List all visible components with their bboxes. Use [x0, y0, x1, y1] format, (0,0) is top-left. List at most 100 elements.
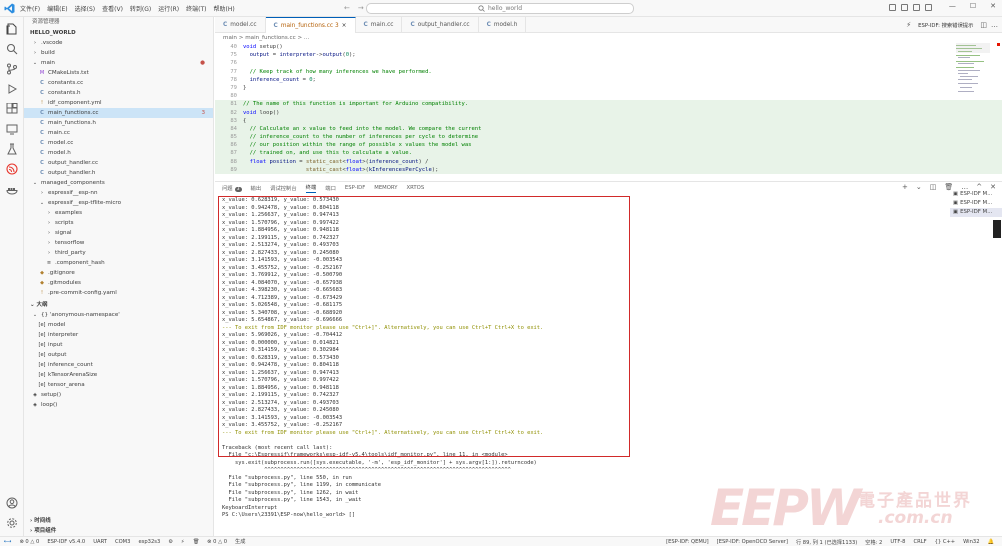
minimap[interactable]	[956, 43, 990, 103]
tab-terminal[interactable]: 终端	[305, 183, 317, 193]
status-encoding[interactable]: UTF-8	[886, 539, 909, 545]
tree-item[interactable]: Cconstants.h	[24, 88, 213, 98]
tree-item[interactable]: ◆ .gitignore	[24, 268, 213, 278]
tree-item[interactable]: Cmodel.cc	[24, 138, 213, 148]
tab-model-cc[interactable]: Cmodel.cc	[215, 17, 266, 33]
remote-indicator-icon[interactable]: ⟷	[0, 539, 15, 545]
tree-item[interactable]: › third_party	[24, 248, 213, 258]
tab-debug-console[interactable]: 调试控制台	[270, 184, 297, 192]
extensions-icon[interactable]	[6, 103, 18, 115]
tree-item[interactable]: ◆ .gitmodules	[24, 278, 213, 288]
espressif-icon[interactable]	[6, 163, 18, 175]
tab-output[interactable]: 输出	[251, 184, 262, 192]
terminal-list-item[interactable]: ▣ ESP-IDF M...	[950, 190, 1002, 199]
terminal-list-item[interactable]: ▣ ESP-IDF M...	[950, 208, 1002, 217]
split-terminal-icon[interactable]: ◫	[930, 183, 937, 191]
status-item-errors[interactable]: ⊗ 0 △ 0	[15, 539, 43, 545]
tree-item[interactable]: Cmain.cc	[24, 128, 213, 138]
tree-item[interactable]: ⌄ main ●	[24, 58, 213, 68]
notifications-bell-icon[interactable]: 🔔	[984, 539, 998, 545]
menu-view[interactable]: 查看(V)	[102, 4, 123, 13]
status-clean-icon[interactable]: 🗑	[189, 539, 204, 545]
command-center-search[interactable]: hello_world	[366, 3, 634, 14]
tree-item[interactable]: Cmodel.h	[24, 148, 213, 158]
tree-item[interactable]: Cmain_functions.cc 3	[24, 108, 213, 118]
manage-gear-icon[interactable]	[6, 517, 18, 529]
tab-esp-idf[interactable]: ESP-IDF	[345, 185, 365, 191]
tab-xrtos[interactable]: XRTOS	[407, 185, 425, 191]
explorer-icon[interactable]	[6, 23, 18, 35]
breadcrumb[interactable]: main > main_functions.cc > ...	[215, 33, 1002, 43]
menu-help[interactable]: 帮助(H)	[213, 4, 234, 13]
vertical-scrollbar[interactable]	[993, 220, 1001, 238]
tree-item[interactable]: › examples	[24, 208, 213, 218]
tree-item[interactable]: Coutput_handler.cc	[24, 158, 213, 168]
customize-layout-icon[interactable]	[925, 4, 932, 11]
tree-item[interactable]: ! idf_component.yml	[24, 98, 213, 108]
status-eol[interactable]: CRLF	[909, 539, 930, 545]
outline-item[interactable]: ⌄{} 'anonymous-namespace'	[24, 310, 213, 320]
toggle-sidebar-icon[interactable]	[889, 4, 896, 11]
outline-item[interactable]: [e] model	[24, 320, 213, 330]
outline-item[interactable]: [e] kTensorArenaSize	[24, 370, 213, 380]
docker-icon[interactable]	[6, 183, 18, 195]
status-build[interactable]: 生成	[231, 538, 249, 545]
terminal-output[interactable]: x_value: 0.628319, y_value: 0.573430 x_va…	[215, 194, 945, 537]
tab-memory[interactable]: MEMORY	[374, 185, 397, 191]
tree-item[interactable]: › .vscode	[24, 38, 213, 48]
status-problems[interactable]: ⊗ 0 △ 0	[203, 539, 231, 545]
tab-main-cc[interactable]: Cmain.cc	[356, 17, 403, 33]
close-icon[interactable]: ✕	[990, 2, 996, 10]
outline-item[interactable]: ◈ loop()	[24, 400, 213, 410]
run-debug-icon[interactable]	[6, 83, 18, 95]
tab-problems[interactable]: 问题 3	[222, 184, 242, 192]
more-actions-icon[interactable]: …	[991, 21, 998, 29]
status-qemu[interactable]: [ESP-IDF: QEMU]	[662, 539, 713, 545]
new-terminal-icon[interactable]: +	[902, 183, 908, 191]
tree-item[interactable]: › signal	[24, 228, 213, 238]
toggle-secondary-sidebar-icon[interactable]	[913, 4, 920, 11]
menu-file[interactable]: 文件(F)	[20, 4, 40, 13]
tree-item[interactable]: ≡ .component_hash	[24, 258, 213, 268]
status-language[interactable]: {} C++	[931, 539, 960, 545]
tree-item[interactable]: Cconstants.cc	[24, 78, 213, 88]
tab-output-handler-cc[interactable]: Coutput_handler.cc	[402, 17, 479, 33]
timeline-header[interactable]: › 时间线	[24, 516, 213, 526]
menu-edit[interactable]: 编辑(E)	[47, 4, 67, 13]
status-config-icon[interactable]: ⚙	[164, 539, 177, 545]
remote-explorer-icon[interactable]	[6, 123, 18, 135]
tree-item[interactable]: Cmain_functions.h	[24, 118, 213, 128]
toggle-panel-icon[interactable]	[901, 4, 908, 11]
tree-item[interactable]: › scripts	[24, 218, 213, 228]
code-view[interactable]: 40 void setup() 75 output = interpreter->o…	[215, 43, 1002, 174]
status-flash-icon[interactable]: ⚡	[177, 539, 189, 545]
outline-item[interactable]: [e] interpreter	[24, 330, 213, 340]
search-icon[interactable]	[6, 43, 18, 55]
close-icon[interactable]: ×	[342, 23, 347, 29]
esp-idf-search-error-button[interactable]: ESP-IDF: 搜索错误提示	[915, 20, 976, 30]
tree-item[interactable]: ⌄ managed_components	[24, 178, 213, 188]
testing-icon[interactable]	[6, 143, 18, 155]
status-platform[interactable]: Win32	[959, 539, 983, 545]
tab-main-functions-cc[interactable]: Cmain_functions.cc 3 ×	[265, 17, 356, 33]
split-icon[interactable]: ◫	[980, 21, 987, 29]
status-target[interactable]: esp32s3	[134, 539, 164, 545]
outline-header[interactable]: ⌄ 大纲	[24, 300, 213, 310]
minimize-icon[interactable]: —	[949, 2, 956, 10]
source-control-icon[interactable]	[6, 63, 18, 75]
back-arrow-icon[interactable]: ←	[344, 4, 350, 12]
outline-item[interactable]: [e] output	[24, 350, 213, 360]
status-indent[interactable]: 空格: 2	[861, 539, 886, 546]
tree-item[interactable]: › espressif__esp-nn	[24, 188, 213, 198]
status-openocd[interactable]: [ESP-IDF: OpenOCD Server]	[713, 539, 792, 545]
outline-item[interactable]: ◈ setup()	[24, 390, 213, 400]
status-cursor-position[interactable]: 行 89, 列 1 (已选择1133)	[792, 539, 861, 546]
tab-model-h[interactable]: Cmodel.h	[479, 17, 527, 33]
tree-item[interactable]: › build	[24, 48, 213, 58]
workspace-root[interactable]: HELLO_WORLD	[24, 28, 213, 38]
account-icon[interactable]	[6, 497, 18, 509]
outline-item[interactable]: [e] tensor_arena	[24, 380, 213, 390]
status-uart[interactable]: UART	[89, 539, 111, 545]
tab-ports[interactable]: 端口	[325, 184, 336, 192]
tree-item[interactable]: M CMakeLists.txt	[24, 68, 213, 78]
